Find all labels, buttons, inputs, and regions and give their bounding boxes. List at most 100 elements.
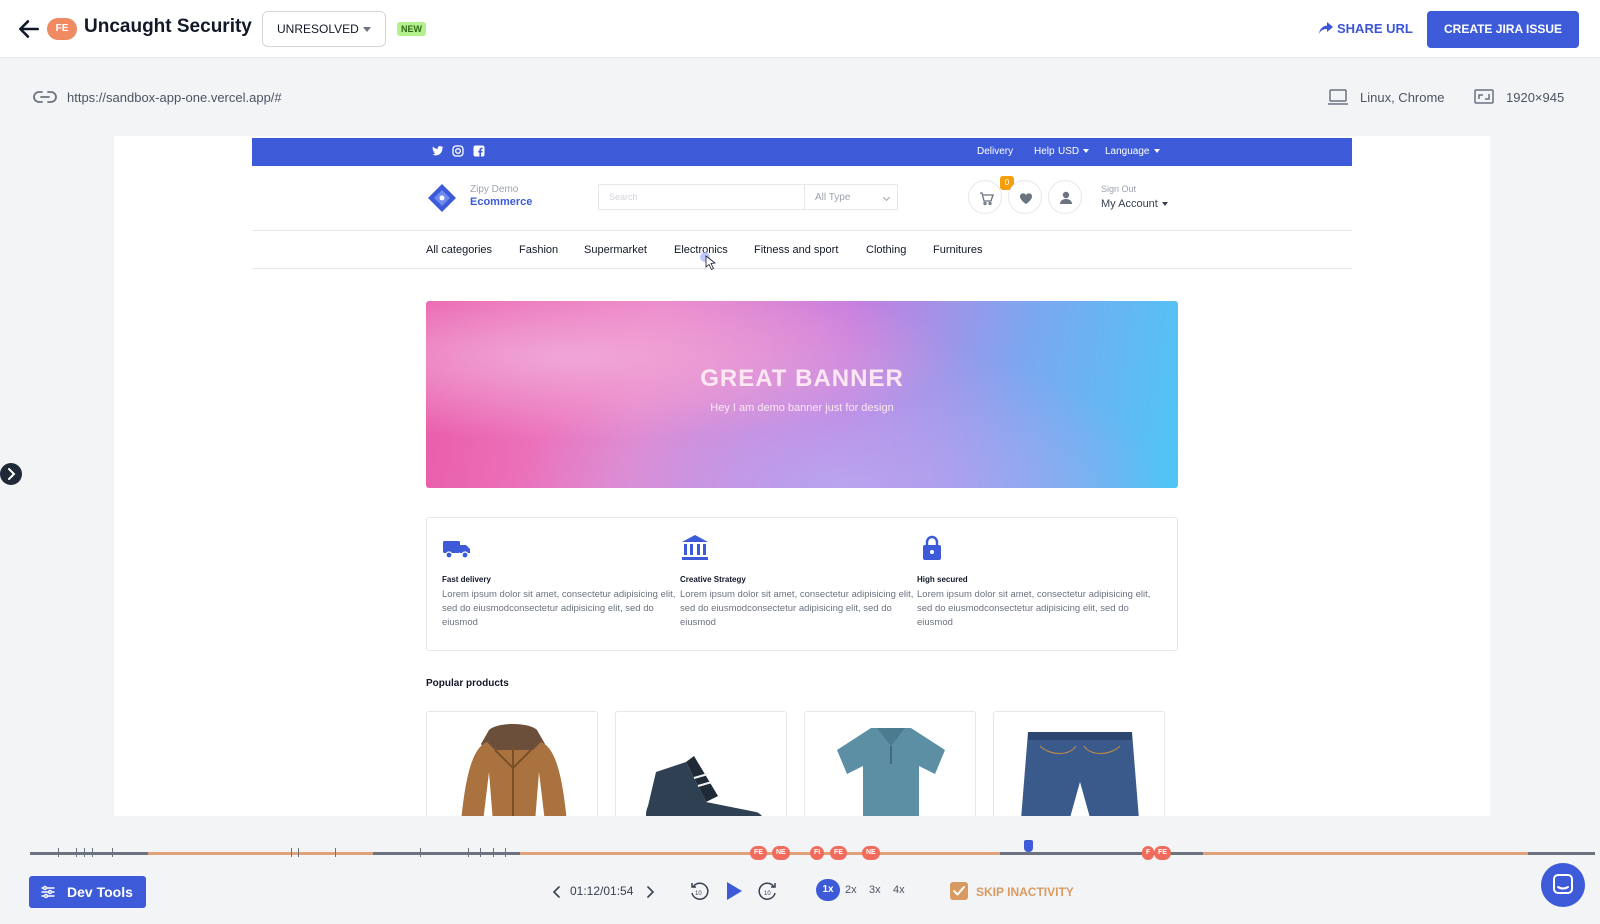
brand-name: Zipy Demo xyxy=(470,184,519,195)
category-furnitures[interactable]: Furnitures xyxy=(933,244,983,256)
status-dropdown[interactable]: UNRESOLVED xyxy=(262,11,386,47)
cart-button[interactable] xyxy=(968,180,1002,214)
sneaker-image xyxy=(646,756,762,816)
forward-10-icon[interactable]: 10 xyxy=(757,880,779,902)
product-card-sneaker[interactable] xyxy=(615,711,787,816)
wishlist-button[interactable] xyxy=(1008,180,1042,214)
chevron-down-icon xyxy=(1161,202,1168,207)
feature-title: High secured xyxy=(917,575,968,584)
feature-card: Fast delivery Lorem ipsum dolor sit amet… xyxy=(442,534,678,630)
language-value: Language xyxy=(1105,146,1150,157)
back-arrow-icon[interactable] xyxy=(16,16,42,42)
timeline-tick xyxy=(420,848,421,857)
timeline-tick xyxy=(58,848,59,857)
speed-4x-button[interactable]: 4x xyxy=(893,884,905,896)
category-fitness[interactable]: Fitness and sport xyxy=(754,244,838,256)
lock-icon xyxy=(923,535,941,560)
chevron-down-icon xyxy=(882,193,891,202)
feature-card: High secured Lorem ipsum dolor sit amet,… xyxy=(917,534,1153,630)
feature-description: Lorem ipsum dolor sit amet, consectetur … xyxy=(442,589,676,628)
divider xyxy=(252,230,1352,231)
svg-text:10: 10 xyxy=(764,891,771,897)
speed-2x-button[interactable]: 2x xyxy=(845,884,857,896)
facebook-icon xyxy=(473,145,485,157)
sign-out-link[interactable]: Sign Out xyxy=(1101,184,1136,194)
site-logo-icon[interactable] xyxy=(426,182,458,214)
timeline-event-marker[interactable]: FE xyxy=(830,846,847,860)
skip-inactivity-checkbox[interactable] xyxy=(950,882,968,900)
timeline-event-marker[interactable]: FI xyxy=(810,846,825,860)
user-icon xyxy=(1060,191,1072,204)
platform-info: Linux, Chrome xyxy=(1360,90,1445,105)
cart-icon xyxy=(980,192,994,206)
category-supermarket[interactable]: Supermarket xyxy=(584,244,647,256)
laptop-icon xyxy=(1328,89,1348,105)
speed-3x-button[interactable]: 3x xyxy=(869,884,881,896)
share-url-label: SHARE URL xyxy=(1337,21,1413,36)
hero-banner[interactable]: GREAT BANNER Hey I am demo banner just f… xyxy=(426,301,1178,488)
account-avatar-button[interactable] xyxy=(1048,180,1082,214)
create-jira-issue-button[interactable]: CREATE JIRA ISSUE xyxy=(1427,11,1579,48)
screen-resolution-icon xyxy=(1474,89,1494,104)
chevron-right-icon[interactable] xyxy=(644,885,656,899)
rewind-10-icon[interactable]: 10 xyxy=(688,880,710,902)
timeline-event-marker[interactable]: NE xyxy=(772,846,790,860)
chevron-down-icon xyxy=(363,27,371,32)
issue-title: Uncaught Security xyxy=(84,16,252,37)
category-all[interactable]: All categories xyxy=(426,244,492,256)
timeline-tick xyxy=(505,848,506,857)
currency-dropdown[interactable]: USD xyxy=(1058,146,1090,157)
new-badge: NEW xyxy=(397,22,426,36)
error-type-badge: FE xyxy=(47,18,77,40)
timeline-event-marker[interactable]: FE xyxy=(1154,846,1171,860)
timeline-tick xyxy=(112,848,113,857)
timeline-activity-segment xyxy=(1203,852,1528,855)
timeline-tick xyxy=(493,848,494,857)
play-icon[interactable] xyxy=(725,881,743,901)
chevron-right-icon xyxy=(8,468,16,480)
timeline-playhead[interactable] xyxy=(1024,840,1033,852)
feature-description: Lorem ipsum dolor sit amet, consectetur … xyxy=(680,589,914,628)
product-card-jeans[interactable] xyxy=(993,711,1165,816)
type-select[interactable]: All Type xyxy=(804,184,898,210)
timeline-event-marker[interactable]: FE xyxy=(750,846,767,860)
speed-1x-button[interactable]: 1x xyxy=(816,879,840,901)
help-link[interactable]: Help xyxy=(1034,146,1055,157)
timeline-tick xyxy=(291,848,292,857)
language-dropdown[interactable]: Language xyxy=(1105,146,1160,157)
my-account-label: My Account xyxy=(1101,198,1158,210)
banner-title: GREAT BANNER xyxy=(700,365,904,392)
mouse-cursor-icon xyxy=(700,252,717,271)
sliders-icon xyxy=(41,885,55,899)
jeans-shorts-image xyxy=(1021,732,1139,816)
timeline-event-marker[interactable]: F xyxy=(1142,846,1155,860)
svg-text:10: 10 xyxy=(695,891,702,897)
dev-tools-button[interactable]: Dev Tools xyxy=(29,876,146,908)
timeline-tick xyxy=(468,848,469,857)
session-url: https://sandbox-app-one.vercel.app/# xyxy=(67,90,282,105)
delivery-truck-icon xyxy=(443,541,470,559)
chat-support-button[interactable] xyxy=(1541,863,1585,907)
timeline-event-marker[interactable]: NE xyxy=(862,846,880,860)
chat-icon xyxy=(1553,874,1573,894)
screen-resolution: 1920×945 xyxy=(1506,90,1565,105)
product-card-jacket[interactable] xyxy=(426,711,598,816)
features-section: Fast delivery Lorem ipsum dolor sit amet… xyxy=(426,517,1178,651)
link-icon xyxy=(33,91,57,103)
delivery-link[interactable]: Delivery xyxy=(977,146,1013,157)
chevron-left-icon[interactable] xyxy=(551,885,563,899)
timeline-activity-segment xyxy=(148,852,373,855)
category-clothing[interactable]: Clothing xyxy=(866,244,906,256)
timeline-tick xyxy=(84,848,85,857)
type-select-value: All Type xyxy=(815,192,851,203)
my-account-dropdown[interactable]: My Account xyxy=(1101,198,1168,210)
category-fashion[interactable]: Fashion xyxy=(519,244,558,256)
sidebar-expand-button[interactable] xyxy=(0,463,22,485)
site-search-input[interactable]: Search xyxy=(598,184,804,210)
currency-value: USD xyxy=(1058,146,1080,157)
replayed-website: Delivery Help USD Language Zipy Demo Eco… xyxy=(252,138,1352,816)
product-card-polo[interactable] xyxy=(804,711,976,816)
skip-inactivity-label[interactable]: SKIP INACTIVITY xyxy=(976,885,1074,899)
bank-building-icon xyxy=(682,535,708,560)
checkmark-icon xyxy=(953,886,965,896)
